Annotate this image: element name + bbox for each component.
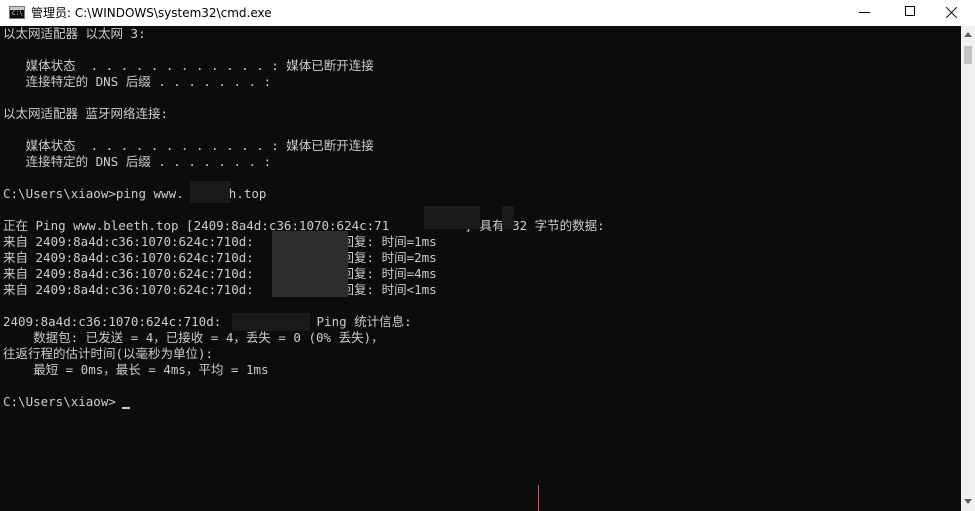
console-line: 来自 2409:8a4d:c36:1070:624c:710d: 的回复: 时间… [3, 282, 437, 297]
title-bar[interactable]: C:\ 管理员: C:\WINDOWS\system32\cmd.exe [0, 0, 975, 27]
redaction-mask [424, 206, 480, 229]
console-line: 以太网适配器 蓝牙网络连接: [3, 106, 169, 121]
redaction-mask [502, 206, 514, 229]
redaction-mask [190, 181, 230, 203]
close-icon [946, 6, 958, 18]
console-line: 最短 = 0ms，最长 = 4ms，平均 = 1ms [3, 362, 269, 377]
console-line: 来自 2409:8a4d:c36:1070:624c:710d: 的回复: 时间… [3, 250, 437, 265]
redaction-mask [232, 313, 310, 331]
redaction-mask [272, 231, 348, 297]
console-line: 以太网适配器 以太网 3: [3, 26, 146, 41]
minimize-icon [859, 12, 870, 13]
console-line: 往返行程的估计时间(以毫秒为单位): [3, 346, 214, 361]
minimize-button[interactable] [842, 0, 888, 26]
vertical-scrollbar[interactable] [961, 26, 975, 511]
cmd-window: C:\ 管理员: C:\WINDOWS\system32\cmd.exe 以太网… [0, 0, 975, 511]
cmd-icon[interactable]: C:\ [9, 6, 25, 19]
scroll-thumb[interactable] [964, 46, 972, 64]
console-line: C:\Users\xiaow> [3, 394, 116, 409]
console-line: 数据包: 已发送 = 4，已接收 = 4，丢失 = 0 (0% 丢失)， [3, 330, 384, 345]
console-line: 来自 2409:8a4d:c36:1070:624c:710d: 的回复: 时间… [3, 266, 437, 281]
console-output[interactable]: 以太网适配器 以太网 3: 媒体状态 . . . . . . . . . . .… [0, 26, 961, 511]
console-line: 媒体状态 . . . . . . . . . . . . : 媒体已断开连接 [3, 58, 374, 73]
maximize-button[interactable] [888, 0, 934, 26]
divider-mark [538, 485, 539, 511]
maximize-icon [905, 6, 915, 16]
console-line: 连接特定的 DNS 后缀 . . . . . . . : [3, 74, 272, 89]
window-title: 管理员: C:\WINDOWS\system32\cmd.exe [31, 6, 272, 20]
console-line: 2409:8a4d:c36:1070:624c:710d: 的 Ping 统计信… [3, 314, 412, 329]
text-cursor [122, 407, 130, 409]
close-button[interactable] [929, 0, 975, 26]
scroll-down-arrow-icon[interactable] [961, 493, 975, 511]
console-line: 媒体状态 . . . . . . . . . . . . : 媒体已断开连接 [3, 138, 374, 153]
console-line: 来自 2409:8a4d:c36:1070:624c:710d: 的回复: 时间… [3, 234, 437, 249]
scroll-up-arrow-icon[interactable] [961, 26, 975, 44]
console-line: 连接特定的 DNS 后缀 . . . . . . . : [3, 154, 272, 169]
